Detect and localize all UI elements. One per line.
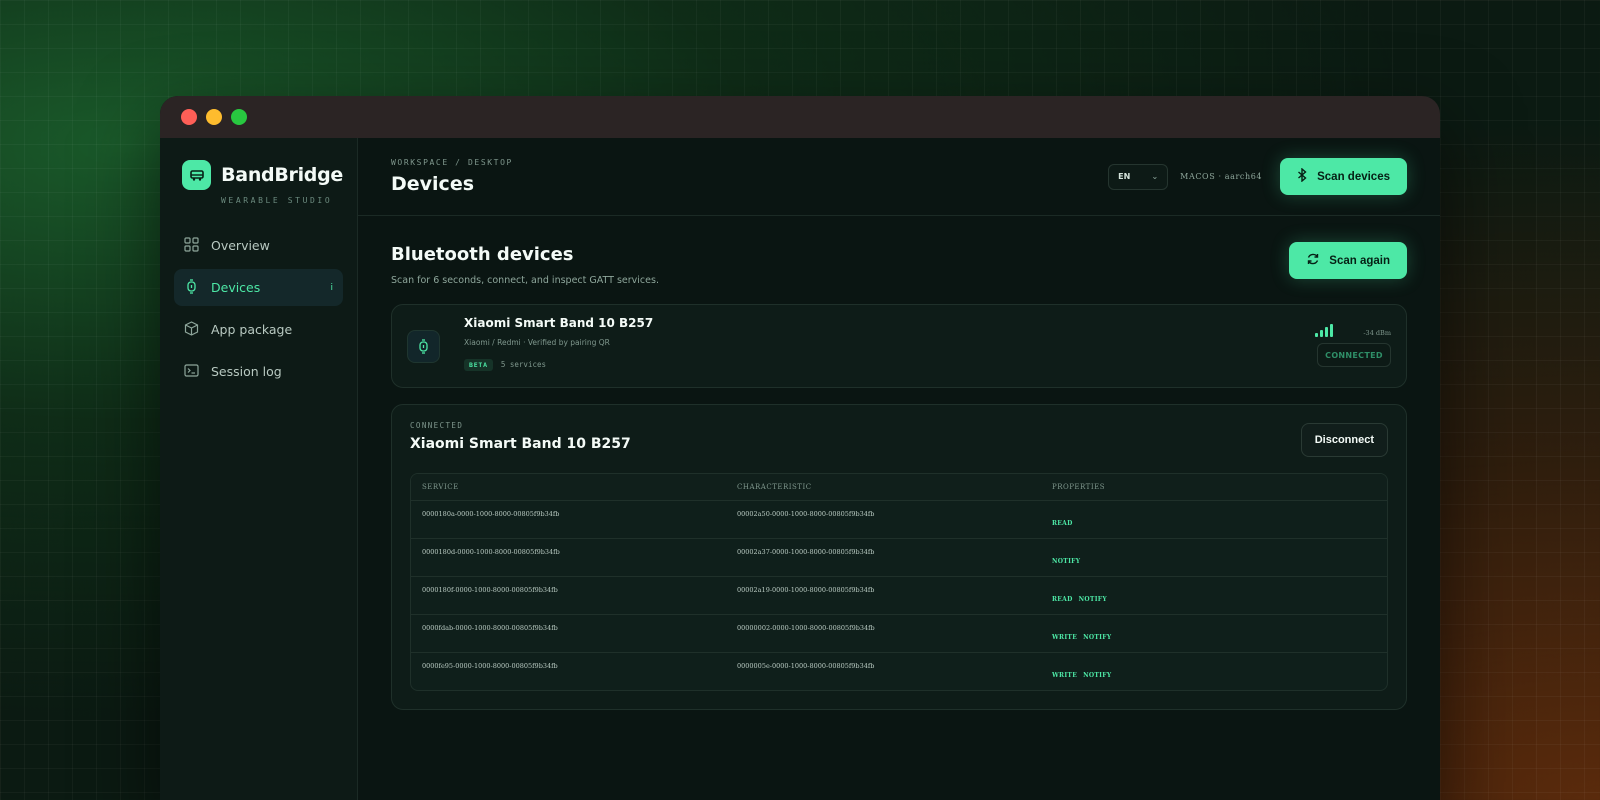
section-title: Bluetooth devices [391, 244, 574, 265]
property-tag: READ [1052, 596, 1073, 603]
language-select[interactable]: EN ⌄ [1108, 163, 1169, 190]
page-title: Devices [391, 173, 475, 195]
zoom-window-button[interactable] [231, 109, 247, 125]
section-description: Scan for 6 seconds, connect, and inspect… [391, 275, 659, 286]
top-bar: WORKSPACE / DESKTOP Devices EN ⌄ MACOS ·… [358, 138, 1440, 216]
signal-bar [1330, 324, 1333, 337]
property-tag: NOTIFY [1052, 558, 1081, 565]
terminal-icon [184, 363, 199, 381]
close-window-button[interactable] [181, 109, 197, 125]
properties-cell: WRITE NOTIFY [1041, 653, 1387, 690]
device-card[interactable]: Xiaomi Smart Band 10 B257 Xiaomi / Redmi… [391, 304, 1407, 388]
brand: BandBridge [174, 160, 343, 190]
sidebar-item-label: Session log [211, 364, 282, 379]
scan-again-label: Scan again [1329, 254, 1390, 267]
properties-cell: READ [1041, 501, 1387, 538]
signal-strength-icon [1315, 323, 1333, 337]
characteristic-uuid: 00002a37-0000-1000-8000-00805f9b34fb [737, 548, 875, 556]
sidebar-item-label: Overview [211, 238, 270, 253]
grid-icon [184, 236, 199, 255]
service-uuid: 0000fe95-0000-1000-8000-00805f9b34fb [422, 662, 558, 670]
gatt-table: SERVICE CHARACTERISTIC PROPERTIES 000018… [410, 473, 1388, 691]
bus-icon [182, 160, 212, 190]
scan-again-button[interactable]: Scan again [1289, 242, 1407, 279]
devices-section: Bluetooth devices Scan for 6 seconds, co… [358, 216, 1440, 710]
signal-bar [1320, 330, 1323, 337]
connected-device-name: Xiaomi Smart Band 10 B257 [410, 436, 631, 452]
title-bar [160, 96, 1440, 138]
scan-devices-label: Scan devices [1317, 170, 1390, 183]
table-row[interactable]: 0000180a-0000-1000-8000-00805f9b34fb 0000… [411, 500, 1387, 538]
platform-label: MACOS · aarch64 [1180, 172, 1263, 181]
brand-subtitle: WEARABLE STUDIO [221, 196, 333, 205]
column-header-properties: PROPERTIES [1052, 483, 1106, 491]
status-badge: CONNECTED [1317, 343, 1391, 367]
service-uuid: 0000fdab-0000-1000-8000-00805f9b34fb [422, 624, 558, 632]
property-tag: NOTIFY [1083, 634, 1112, 641]
sidebar: BandBridge WEARABLE STUDIO Overview Devi… [160, 138, 358, 800]
property-tag: WRITE [1052, 672, 1078, 679]
service-uuid: 0000180a-0000-1000-8000-00805f9b34fb [422, 510, 560, 518]
sidebar-item-session-log[interactable]: Session log [174, 353, 343, 390]
table-row[interactable]: 0000fdab-0000-1000-8000-00805f9b34fb 0000… [411, 614, 1387, 652]
signal-dbm: -34 dBm [1363, 329, 1391, 337]
service-uuid: 0000180d-0000-1000-8000-00805f9b34fb [422, 548, 560, 556]
property-tag: NOTIFY [1078, 596, 1107, 603]
column-header-service: SERVICE [422, 483, 459, 491]
sidebar-item-label: App package [211, 322, 293, 337]
disconnect-button[interactable]: Disconnect [1300, 423, 1388, 457]
device-meta: Xiaomi / Redmi · Verified by pairing QR [464, 337, 610, 347]
properties-cell: NOTIFY [1041, 539, 1387, 576]
service-uuid: 0000180f-0000-1000-8000-00805f9b34fb [422, 586, 558, 594]
app-window: BandBridge WEARABLE STUDIO Overview Devi… [160, 96, 1440, 800]
table-header: SERVICE CHARACTERISTIC PROPERTIES [411, 474, 1387, 500]
refresh-icon [1306, 252, 1320, 269]
sidebar-nav: Overview Devices i App package Session l… [174, 227, 343, 390]
property-tag: WRITE [1052, 634, 1078, 641]
sidebar-item-devices[interactable]: Devices i [174, 269, 343, 306]
connection-panel: CONNECTED Xiaomi Smart Band 10 B257 Disc… [391, 404, 1407, 710]
package-icon [184, 320, 199, 339]
beta-badge: BETA [464, 358, 493, 371]
characteristic-uuid: 00002a50-0000-1000-8000-00805f9b34fb [737, 510, 875, 518]
property-tag: NOTIFY [1083, 672, 1112, 679]
watch-icon [184, 278, 199, 297]
sidebar-item-app-package[interactable]: App package [174, 311, 343, 348]
signal-bar [1325, 327, 1328, 337]
chevron-down-icon: ⌄ [1151, 172, 1159, 181]
bluetooth-icon [1297, 167, 1308, 185]
services-count: 5 services [500, 360, 547, 369]
sidebar-item-overview[interactable]: Overview [174, 227, 343, 264]
properties-cell: READ NOTIFY [1041, 577, 1387, 614]
characteristic-uuid: 0000005e-0000-1000-8000-00805f9b34fb [737, 662, 875, 670]
property-tag: READ [1052, 520, 1073, 527]
sidebar-item-label: Devices [211, 280, 261, 295]
breadcrumb: WORKSPACE / DESKTOP [391, 158, 513, 167]
signal-bar [1315, 333, 1318, 337]
table-row[interactable]: 0000180f-0000-1000-8000-00805f9b34fb 0000… [411, 576, 1387, 614]
properties-cell: WRITE NOTIFY [1041, 615, 1387, 652]
device-name: Xiaomi Smart Band 10 B257 [464, 315, 654, 330]
watch-icon [407, 329, 440, 363]
minimize-window-button[interactable] [206, 109, 222, 125]
table-row[interactable]: 0000180d-0000-1000-8000-00805f9b34fb 0000… [411, 538, 1387, 576]
column-header-characteristic: CHARACTERISTIC [737, 483, 812, 491]
table-row[interactable]: 0000fe95-0000-1000-8000-00805f9b34fb 0000… [411, 652, 1387, 690]
characteristic-uuid: 00002a19-0000-1000-8000-00805f9b34fb [737, 586, 875, 594]
scan-devices-button[interactable]: Scan devices [1280, 158, 1407, 195]
brand-name: BandBridge [221, 164, 343, 186]
characteristic-uuid: 00000002-0000-1000-8000-00805f9b34fb [737, 624, 875, 632]
connection-label: CONNECTED [410, 421, 464, 430]
active-marker: i [330, 282, 333, 293]
main-panel: WORKSPACE / DESKTOP Devices EN ⌄ MACOS ·… [358, 138, 1440, 800]
language-value: EN [1118, 172, 1131, 181]
